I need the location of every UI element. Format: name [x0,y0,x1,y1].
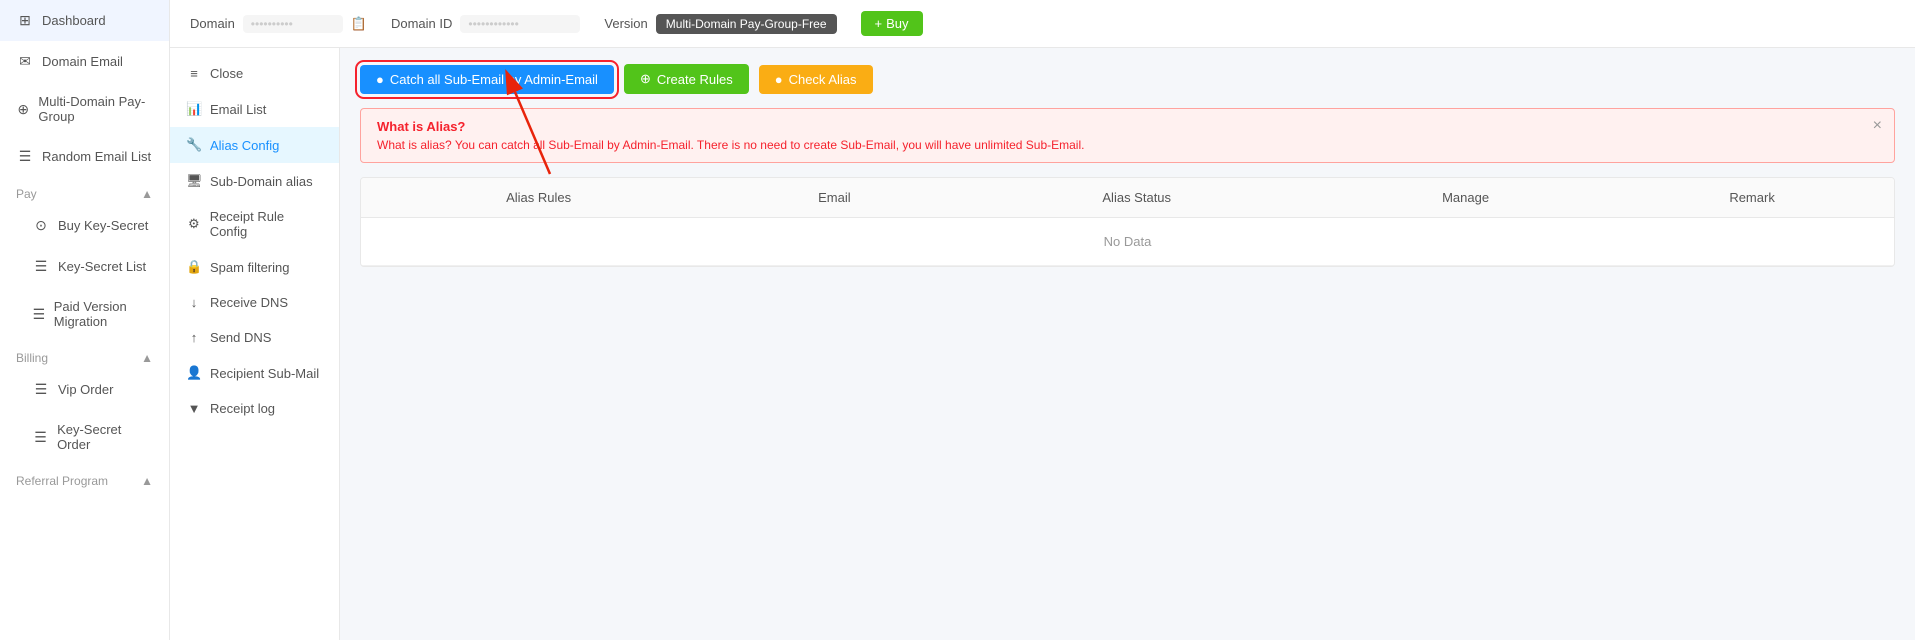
toolbar: ● Catch all Sub-Email by Admin-Email ⊕ C… [360,64,1895,94]
sec-item-alias-config[interactable]: 🔧 Alias Config [170,127,339,163]
sec-item-email-list[interactable]: 📊 Email List [170,91,339,127]
sec-item-send-dns[interactable]: ↑ Send DNS [170,320,339,355]
multi-domain-icon: ⊕ [16,101,30,118]
create-rules-icon: ⊕ [640,71,651,87]
col-alias-rules: Alias Rules [361,178,716,218]
content-area: ≡ Close 📊 Email List 🔧 Alias Config 🖥 Su… [170,48,1915,640]
domain-id-field: Domain ID •••••••••••• [391,15,580,33]
sidebar-item-random-email[interactable]: ☰ Random Email List [0,136,169,177]
sidebar-item-key-secret-list[interactable]: ☰ Key-Secret List [0,246,169,287]
email-list-icon: 📊 [186,101,202,117]
sidebar-item-buy-key-secret[interactable]: ⊙ Buy Key-Secret [0,205,169,246]
spam-filtering-icon: 🔒 [186,259,202,275]
key-secret-order-icon: ☰ [32,429,49,446]
pay-group[interactable]: Pay ▲ [0,177,169,205]
sec-item-receive-dns[interactable]: ↓ Receive DNS [170,285,339,320]
catch-all-button[interactable]: ● Catch all Sub-Email by Admin-Email [360,65,614,94]
domain-email-icon: ✉ [16,53,34,70]
sidebar-item-domain-email[interactable]: ✉ Domain Email [0,41,169,82]
col-email: Email [716,178,952,218]
secondary-sidebar: ≡ Close 📊 Email List 🔧 Alias Config 🖥 Su… [170,48,340,640]
alias-alert: What is Alias? What is alias? You can ca… [360,108,1895,163]
sec-item-sub-domain-alias[interactable]: 🖥 Sub-Domain alias [170,163,339,199]
sidebar-item-key-secret-order[interactable]: ☰ Key-Secret Order [0,410,169,464]
sidebar-item-dashboard[interactable]: ⊞ Dashboard [0,0,169,41]
receipt-log-icon: ▼ [186,401,202,416]
close-icon: ≡ [186,66,202,81]
buy-button[interactable]: + Buy [861,11,923,36]
domain-value: •••••••••• [243,15,343,33]
referral-chevron-icon: ▲ [141,474,153,488]
sec-item-receipt-log[interactable]: ▼ Receipt log [170,391,339,426]
sec-item-close[interactable]: ≡ Close [170,56,339,91]
vip-order-icon: ☰ [32,381,50,398]
no-data-cell: No Data [361,218,1894,266]
sub-domain-alias-icon: 🖥 [186,173,202,189]
sec-item-spam-filtering[interactable]: 🔒 Spam filtering [170,249,339,285]
version-badge: Multi-Domain Pay-Group-Free [656,14,837,34]
receive-dns-icon: ↓ [186,295,202,310]
table: Alias Rules Email Alias Status Manage Re… [361,178,1894,266]
col-manage: Manage [1321,178,1610,218]
domain-copy-icon[interactable]: 📋 [351,16,367,32]
col-remark: Remark [1610,178,1894,218]
sidebar-item-paid-version-migration[interactable]: ☰ Paid Version Migration [0,287,169,341]
billing-group[interactable]: Billing ▲ [0,341,169,369]
domain-label: Domain [190,16,235,31]
paid-version-icon: ☰ [32,306,46,323]
domain-id-label: Domain ID [391,16,452,31]
buy-icon: + [875,16,883,31]
left-sidebar: ⊞ Dashboard ✉ Domain Email ⊕ Multi-Domai… [0,0,170,640]
alert-close-icon[interactable]: × [1873,117,1882,135]
table-header: Alias Rules Email Alias Status Manage Re… [361,178,1894,218]
alert-text: What is alias? You can catch all Sub-Ema… [377,138,1878,152]
referral-group[interactable]: Referral Program ▲ [0,464,169,492]
sec-item-recipient-sub-mail[interactable]: 👤 Recipient Sub-Mail [170,355,339,391]
receipt-rule-icon: ⚙ [186,216,202,232]
check-alias-button[interactable]: ● Check Alias [759,65,873,94]
check-alias-icon: ● [775,72,783,87]
version-field: Version Multi-Domain Pay-Group-Free [604,14,836,34]
table-row: No Data [361,218,1894,266]
sidebar-item-vip-order[interactable]: ☰ Vip Order [0,369,169,410]
domain-field: Domain •••••••••• 📋 [190,15,367,33]
dashboard-icon: ⊞ [16,12,34,29]
table-body: No Data [361,218,1894,266]
col-alias-status: Alias Status [952,178,1321,218]
billing-chevron-icon: ▲ [141,351,153,365]
pay-chevron-icon: ▲ [141,187,153,201]
sec-item-receipt-rule-config[interactable]: ⚙ Receipt Rule Config [170,199,339,249]
domain-id-value: •••••••••••• [460,15,580,33]
sidebar-item-multi-domain[interactable]: ⊕ Multi-Domain Pay-Group [0,82,169,136]
alias-config-icon: 🔧 [186,137,202,153]
version-label: Version [604,16,647,31]
key-secret-list-icon: ☰ [32,258,50,275]
random-email-icon: ☰ [16,148,34,165]
recipient-sub-mail-icon: 👤 [186,365,202,381]
page-content: ● Catch all Sub-Email by Admin-Email ⊕ C… [340,48,1915,640]
buy-key-secret-icon: ⊙ [32,217,50,234]
main-panel: Domain •••••••••• 📋 Domain ID ••••••••••… [170,0,1915,640]
catch-all-icon: ● [376,72,384,87]
alias-rules-table: Alias Rules Email Alias Status Manage Re… [360,177,1895,267]
toolbar-wrapper: ● Catch all Sub-Email by Admin-Email ⊕ C… [360,64,1895,94]
top-header: Domain •••••••••• 📋 Domain ID ••••••••••… [170,0,1915,48]
alert-title: What is Alias? [377,119,1878,134]
send-dns-icon: ↑ [186,330,202,345]
create-rules-button[interactable]: ⊕ Create Rules [624,64,749,94]
